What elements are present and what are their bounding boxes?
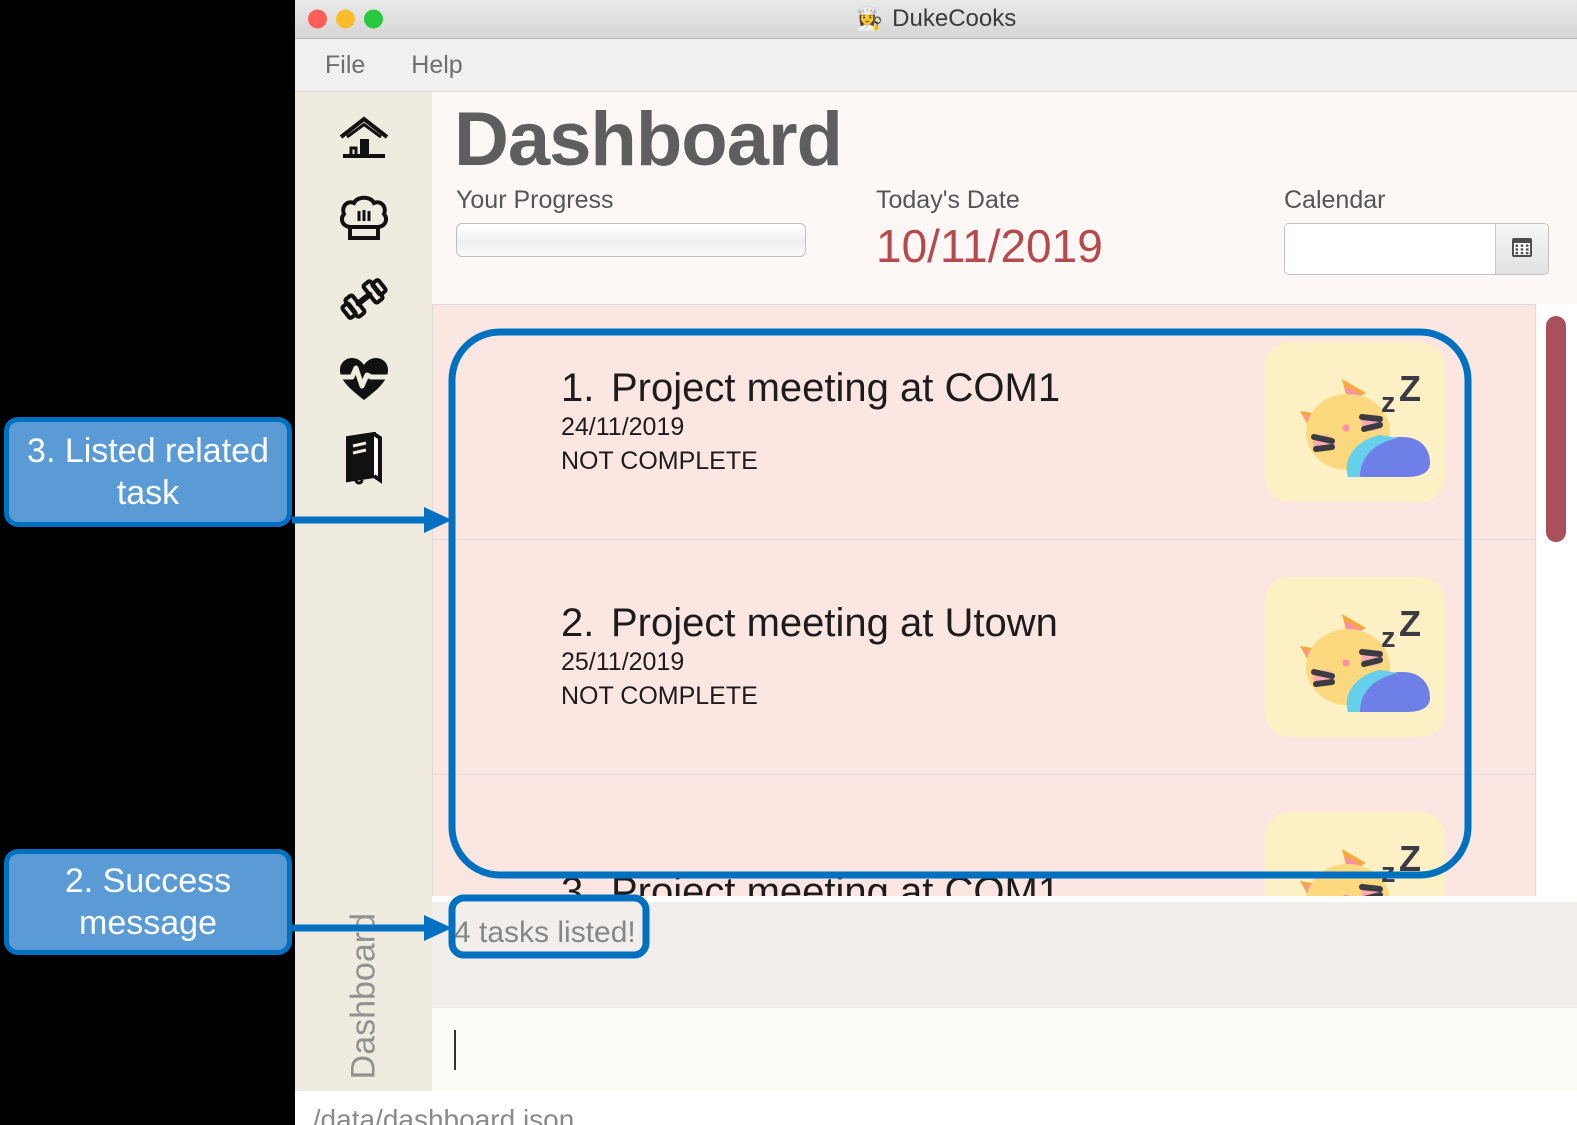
main-content: Dashboard Your Progress Today's Date 10/… [432, 92, 1577, 1091]
console-area: 4 tasks listed! [432, 896, 1577, 1091]
task-details: 1. Project meeting at COM1 24/11/2019 NOT… [433, 365, 1060, 479]
status-bar: ./data/dashboard.json [295, 1091, 1577, 1125]
chef-hat-icon [338, 194, 390, 244]
task-row[interactable]: 3. Project meeting at COM1 z Z [432, 774, 1536, 896]
page-title: Dashboard [454, 97, 843, 182]
task-title: 2. Project meeting at Utown [561, 600, 1058, 646]
task-status: NOT COMPLETE [561, 447, 758, 475]
task-number: 3. [561, 869, 595, 897]
calendar-field: Calendar [1284, 186, 1554, 275]
annotation-callout-success-message: 2. Success message [4, 849, 292, 955]
text-caret [454, 1029, 456, 1070]
today-date-field: Today's Date 10/11/2019 [876, 186, 1103, 269]
menu-item-help[interactable]: Help [411, 51, 462, 80]
task-avatar: z Z [1265, 342, 1445, 502]
today-date-value: 10/11/2019 [876, 220, 1103, 272]
close-window-button[interactable] [308, 9, 327, 29]
task-name: Project meeting at COM1 [611, 366, 1061, 411]
dumbbell-icon [337, 272, 391, 326]
task-name: Project meeting at Utown [611, 601, 1058, 646]
status-file-path: ./data/dashboard.json [305, 1103, 575, 1125]
svg-text:z: z [1381, 622, 1396, 654]
today-date-label: Today's Date [876, 186, 1020, 214]
progress-bar [456, 223, 806, 257]
calendar-label: Calendar [1284, 186, 1386, 214]
window-body: Dashboard Dashboard Your Progress Today'… [295, 92, 1577, 1091]
sidebar-item-workout[interactable] [333, 268, 395, 330]
task-number: 1. [561, 366, 595, 411]
task-avatar: z Z [1265, 811, 1445, 896]
svg-text:Z: Z [1399, 603, 1421, 644]
annotation-callout-listed-related-task: 3. Listed related task [4, 417, 292, 527]
window-controls [308, 9, 383, 29]
svg-text:z: z [1381, 857, 1396, 889]
task-number: 2. [561, 601, 595, 646]
sleeping-cat-icon: z Z [1280, 829, 1430, 896]
menu-bar: File Help [295, 39, 1577, 92]
book-icon [342, 432, 386, 486]
task-title: 1. Project meeting at COM1 [561, 365, 1060, 411]
task-list-region: 1. Project meeting at COM1 24/11/2019 NOT… [432, 304, 1577, 896]
sidebar-item-recipes[interactable] [333, 188, 395, 250]
task-row[interactable]: 1. Project meeting at COM1 24/11/2019 NOT… [432, 304, 1536, 539]
title-bar: 👩‍🍳 DukeCooks [295, 0, 1577, 39]
sidebar-item-dashboard[interactable] [333, 108, 395, 170]
svg-text:Z: Z [1399, 838, 1421, 879]
heart-pulse-icon [336, 355, 391, 403]
sleeping-cat-icon: z Z [1280, 594, 1430, 720]
task-date: 24/11/2019 [561, 413, 685, 442]
window-title-text: DukeCooks [892, 5, 1017, 32]
task-avatar: z Z [1265, 577, 1445, 737]
task-date: 25/11/2019 [561, 648, 685, 677]
task-list-scrollbar[interactable] [1536, 304, 1577, 896]
task-name: Project meeting at COM1 [611, 869, 1061, 897]
calendar-control[interactable] [1284, 223, 1549, 275]
window-title: 👩‍🍳 DukeCooks [856, 5, 1016, 33]
result-display: 4 tasks listed! [432, 902, 1577, 1007]
dashboard-header: Dashboard Your Progress Today's Date 10/… [432, 92, 1577, 304]
progress-label: Your Progress [456, 186, 614, 214]
command-box[interactable] [432, 1007, 1577, 1091]
application-window: 👩‍🍳 DukeCooks File Help [295, 0, 1577, 1125]
chef-emoji-icon: 👩‍🍳 [855, 6, 884, 31]
task-list[interactable]: 1. Project meeting at COM1 24/11/2019 NOT… [432, 304, 1536, 896]
svg-text:z: z [1381, 387, 1396, 419]
task-details: 2. Project meeting at Utown 25/11/2019 NO… [433, 600, 1058, 714]
task-details: 3. Project meeting at COM1 [433, 869, 1060, 897]
header-fields: Your Progress Today's Date 10/11/2019 Ca… [432, 178, 1577, 278]
sidebar-nav: Dashboard [295, 92, 432, 1091]
progress-field: Your Progress [456, 186, 816, 257]
minimize-window-button[interactable] [336, 9, 355, 29]
calendar-input[interactable] [1285, 224, 1495, 274]
task-row[interactable]: 2. Project meeting at Utown 25/11/2019 NO… [432, 539, 1536, 774]
svg-text:Z: Z [1399, 368, 1421, 409]
result-message: 4 tasks listed! [454, 916, 636, 949]
scrollbar-thumb[interactable] [1546, 316, 1566, 542]
home-icon [337, 115, 391, 163]
menu-item-file[interactable]: File [325, 51, 365, 80]
task-status: NOT COMPLETE [561, 682, 758, 710]
vertical-tab-dashboard[interactable]: Dashboard [344, 913, 383, 1079]
task-title: 3. Project meeting at COM1 [561, 869, 1060, 897]
maximize-window-button[interactable] [364, 9, 383, 29]
calendar-icon [1510, 235, 1534, 264]
sidebar-item-diary[interactable] [333, 428, 395, 490]
sidebar-item-health[interactable] [333, 348, 395, 410]
calendar-picker-button[interactable] [1495, 224, 1548, 274]
sleeping-cat-icon: z Z [1280, 359, 1430, 485]
